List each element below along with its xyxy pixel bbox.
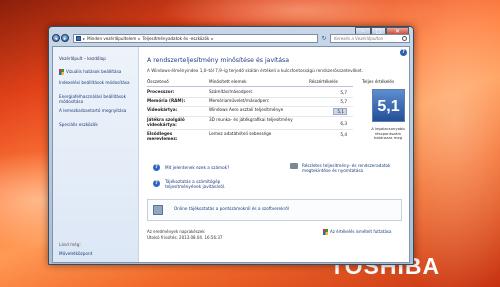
content-area: Vezérlőpult – kezdőlap Vizuális hatások … (52, 46, 410, 263)
row-rated: Lemez adatátviteli sebessége (209, 131, 272, 136)
search-input[interactable]: Keresés a Vezérlőpulton (330, 34, 410, 43)
search-placeholder: Keresés a Vezérlőpulton (334, 36, 384, 41)
online-info-link[interactable]: Online tájékoztatás a pontszámokról és a… (174, 206, 294, 211)
sidebar-item-visual-effects[interactable]: Vizuális hatások beállítása (66, 69, 121, 74)
navigation-bar: ◂ ▸ ▸ Minden vezérlőpultelem ▸ Teljesítm… (52, 34, 410, 44)
row-divider (147, 129, 353, 130)
row-component: Videokártya: (147, 107, 178, 112)
row-rated: Memóriaművelet/másodperc (209, 98, 270, 103)
last-update-text: Utolsó frissítés: 2013.08.04. 16:56:37 (147, 235, 223, 240)
base-score-note: A legalacsonyabb részpontszám határozza … (371, 126, 405, 141)
refresh-icon[interactable]: ↻ (320, 34, 328, 43)
see-also-heading: Lásd még: (59, 242, 81, 247)
title-bar[interactable]: – □ ✕ ◂ ▸ ▸ Minden vezérlőpultelem ▸ Tel… (49, 27, 413, 46)
link-improve-performance[interactable]: Tájékoztatás a számítógép teljesítményén… (165, 179, 245, 189)
row-score: 5,7 (340, 90, 347, 95)
base-score-value: 5,1 (377, 98, 400, 115)
sidebar-item-home[interactable]: Vezérlőpult – kezdőlap (59, 56, 106, 61)
page-description: A Windows-élményindex 1,0–tól 7,9–ig ter… (147, 68, 363, 73)
back-button[interactable]: ◂ (52, 34, 60, 42)
breadcrumb-performance[interactable]: Teljesítményadatok és -eszközök (142, 36, 209, 41)
breadcrumb-separator: ▸ (83, 36, 86, 41)
printer-icon (290, 163, 298, 169)
software-icon (153, 205, 163, 215)
address-bar[interactable]: ▸ Minden vezérlőpultelem ▸ Teljesítménya… (73, 34, 318, 43)
forward-button[interactable]: ▸ (61, 34, 69, 42)
question-icon: ? (153, 180, 160, 187)
breadcrumb-separator: ▸ (138, 36, 141, 41)
header-rated-items: Minősített elemek (209, 79, 247, 84)
sidebar-item-indexing[interactable]: Indexelési beállítások módosítása (59, 80, 135, 85)
row-rated: Windows Aero asztali teljesítménye (209, 107, 284, 112)
question-icon: ? (153, 164, 160, 171)
row-component: Játékra szolgáló videokártya: (147, 117, 185, 127)
link-detailed-report[interactable]: Részletes teljesítmény- és rendszeradato… (302, 163, 402, 173)
help-icon[interactable]: ? (400, 49, 407, 56)
row-component: Elsődleges merevlemez: (147, 131, 178, 141)
row-rated: Számítás/másodperc (209, 89, 253, 94)
row-component: Processzor: (147, 89, 175, 94)
header-divider (147, 86, 353, 87)
base-score-badge: 5,1 (372, 89, 405, 122)
shield-icon (59, 69, 64, 75)
header-component: Összetevő (147, 79, 169, 84)
sidebar: Vezérlőpult – kezdőlap Vizuális hatások … (53, 47, 139, 262)
row-component: Memória (RAM): (147, 98, 186, 103)
header-base-score: Teljes értékelés (362, 79, 395, 84)
row-score: 5,4 (340, 132, 347, 137)
control-panel-window: – □ ✕ ◂ ▸ ▸ Minden vezérlőpultelem ▸ Tel… (48, 26, 414, 265)
sidebar-item-action-center[interactable]: Műveletközpont (59, 251, 92, 256)
page-title: A rendszerteljesítmény minősítése és jav… (147, 57, 290, 64)
sidebar-item-disk-cleanup[interactable]: A lemezkarbantartó megnyitása (59, 108, 135, 113)
link-what-numbers-mean[interactable]: Mit jelentenek ezek a számok? (165, 165, 275, 170)
row-score: 6,3 (340, 121, 347, 126)
status-text: Az eredmények naprakészek (147, 229, 205, 234)
header-subscore: Részértékelés (309, 79, 338, 84)
online-info-box[interactable]: Online tájékoztatás a pontszámokról és a… (147, 199, 402, 221)
search-icon[interactable] (402, 36, 407, 41)
row-score: 5,7 (340, 99, 347, 104)
rerun-assessment-link[interactable]: Az értékelés ismételt futtatása (330, 229, 391, 234)
shield-icon (323, 229, 328, 235)
control-panel-icon (76, 36, 81, 41)
breadcrumb-control-panel[interactable]: Minden vezérlőpultelem (87, 36, 136, 41)
sidebar-item-advanced-tools[interactable]: Speciális eszközök (59, 122, 98, 127)
breadcrumb-separator: ▸ (211, 36, 214, 41)
sidebar-item-power[interactable]: Energiafelhasználási beállítások módosít… (59, 94, 135, 104)
row-score-lowest: 5,1 (333, 108, 347, 115)
row-rated: 3D munka- és játékgrafikai teljesítmény (209, 117, 293, 122)
main-panel: ? A rendszerteljesítmény minősítése és j… (143, 47, 408, 262)
